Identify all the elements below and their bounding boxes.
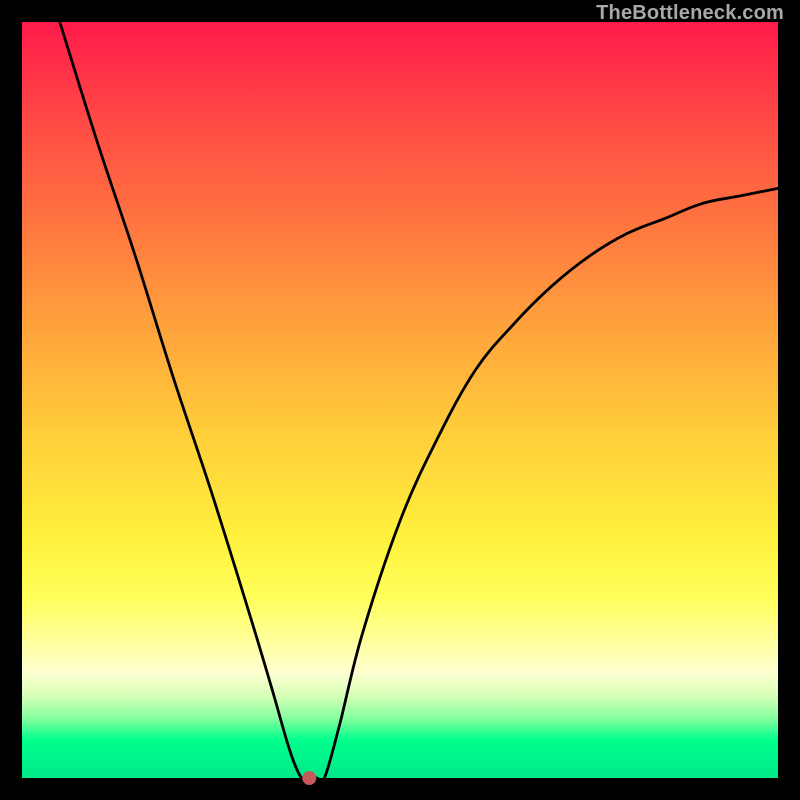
watermark-text: TheBottleneck.com (596, 2, 784, 25)
chart-frame: TheBottleneck.com (0, 0, 800, 800)
optimum-marker (302, 771, 316, 785)
plot-area (22, 22, 778, 778)
curve-path (60, 22, 778, 782)
bottleneck-curve (22, 22, 778, 778)
